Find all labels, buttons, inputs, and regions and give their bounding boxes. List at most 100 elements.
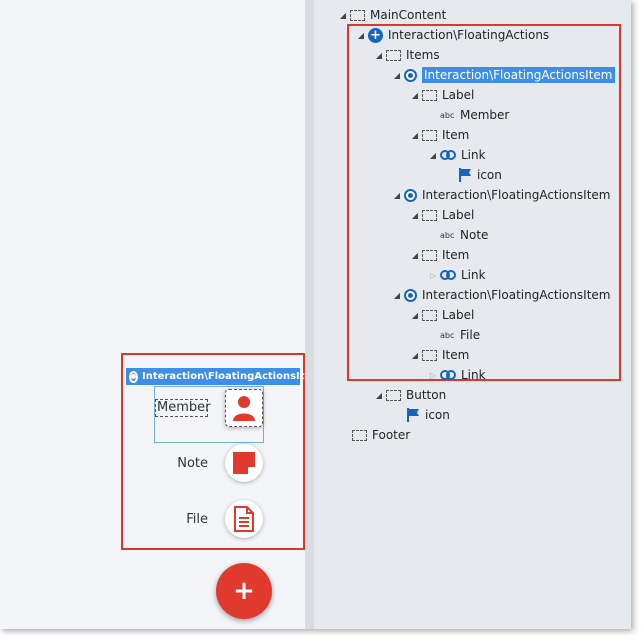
preview-canvas: Interaction\FloatingActionsItem Member N… (0, 0, 322, 629)
expand-caret-icon[interactable]: ◢ (410, 131, 420, 140)
container-icon (352, 429, 367, 441)
tree-node-link-3[interactable]: ▷ Link (428, 365, 486, 385)
container-icon (422, 129, 437, 141)
tree-node-label: Link (461, 148, 486, 162)
tree-node-label: Label (442, 208, 475, 222)
tree-node-link-1[interactable]: ◢ Link (428, 145, 486, 165)
widget-tree: ◢ MainContent ◢ + Interaction\FloatingActio… (314, 0, 631, 629)
member-action-label[interactable]: Member (155, 399, 210, 417)
expand-caret-icon[interactable]: ◢ (410, 311, 420, 320)
tree-node-button[interactable]: ◢ Button (374, 385, 446, 405)
container-icon (422, 89, 437, 101)
collapse-caret-icon[interactable]: ▷ (428, 271, 438, 280)
expand-caret-icon[interactable]: ◢ (410, 251, 420, 260)
expand-caret-icon[interactable]: ◢ (374, 51, 384, 60)
tree-node-label: Interaction\FloatingActionsItem (422, 188, 611, 202)
text-icon: abc (440, 330, 455, 340)
tree-node-link-2[interactable]: ▷ Link (428, 265, 486, 285)
tree-node-label: icon (425, 408, 450, 422)
tree-node-label: Item (442, 348, 470, 362)
tree-node-label: Button (406, 388, 447, 402)
tree-node-items[interactable]: ◢ Items (374, 45, 440, 65)
tree-node-footer[interactable]: Footer (352, 425, 410, 445)
tree-node-label: Interaction\FloatingActions (388, 28, 550, 42)
user-icon (233, 396, 255, 421)
tree-node-floatingactions[interactable]: ◢ + Interaction\FloatingActions (356, 25, 549, 45)
file-action-button[interactable] (225, 500, 263, 538)
tree-node-label: Link (461, 368, 486, 382)
text-icon: abc (440, 230, 455, 240)
collapse-caret-icon[interactable]: ▷ (428, 371, 438, 380)
selected-widget-tag[interactable]: Interaction\FloatingActionsItem (126, 368, 322, 385)
expand-caret-icon[interactable]: ◢ (374, 391, 384, 400)
link-icon (440, 150, 456, 160)
flag-icon (406, 408, 420, 422)
tree-node-button-icon[interactable]: icon (406, 405, 450, 425)
expand-caret-icon[interactable]: ◢ (410, 351, 420, 360)
tree-node-label: Item (442, 128, 470, 142)
member-action-button[interactable] (225, 389, 263, 427)
plus-icon: + (233, 576, 255, 606)
link-icon (440, 370, 456, 380)
note-action-label[interactable]: Note (160, 456, 208, 471)
widget-icon (404, 68, 417, 82)
link-icon (440, 270, 456, 280)
note-action-button[interactable] (225, 444, 263, 482)
expand-caret-icon[interactable]: ◢ (428, 151, 438, 160)
text-icon: abc (440, 110, 455, 120)
tree-node-label: Member (460, 108, 510, 122)
expand-caret-icon[interactable]: ◢ (338, 11, 348, 20)
flag-icon (458, 168, 472, 182)
expand-caret-icon[interactable]: ◢ (410, 211, 420, 220)
app-window: Interaction\FloatingActionsItem Member N… (0, 0, 631, 629)
container-icon (386, 49, 401, 61)
container-icon (422, 209, 437, 221)
widget-icon (404, 288, 417, 302)
tree-node-label-2[interactable]: ◢ Label (410, 205, 474, 225)
tree-node-text-note[interactable]: abc Note (440, 225, 488, 245)
tree-node-label: Note (460, 228, 489, 242)
tree-node-fa-item-3[interactable]: ◢ Interaction\FloatingActionsItem (392, 285, 611, 305)
tree-node-fa-item-2[interactable]: ◢ Interaction\FloatingActionsItem (392, 185, 611, 205)
tree-node-label: File (460, 328, 481, 342)
tree-node-label: MainContent (370, 8, 447, 22)
tree-node-text-file[interactable]: abc File (440, 325, 480, 345)
expand-caret-icon[interactable]: ◢ (392, 291, 402, 300)
container-icon (350, 9, 365, 21)
selected-widget-tag-label: Interaction\FloatingActionsItem (142, 371, 322, 382)
expand-caret-icon[interactable]: ◢ (392, 191, 402, 200)
tree-node-item-2[interactable]: ◢ Item (410, 245, 469, 265)
widget-icon (404, 188, 417, 202)
pane-splitter[interactable] (305, 0, 314, 629)
container-icon (422, 249, 437, 261)
file-icon (234, 506, 254, 532)
tree-node-item-3[interactable]: ◢ Item (410, 345, 469, 365)
floating-actions-icon: + (368, 27, 383, 43)
file-action-label[interactable]: File (160, 512, 208, 527)
container-icon (386, 389, 401, 401)
tree-node-text-member[interactable]: abc Member (440, 105, 509, 125)
tree-node-icon-1[interactable]: icon (458, 165, 502, 185)
container-icon (422, 309, 437, 321)
expand-caret-icon[interactable]: ◢ (410, 91, 420, 100)
tree-node-label-3[interactable]: ◢ Label (410, 305, 474, 325)
tree-node-label-selected: Interaction\FloatingActionsItem (422, 67, 615, 83)
tree-node-label: Interaction\FloatingActionsItem (422, 288, 611, 302)
tree-node-label: Item (442, 248, 470, 262)
tree-node-label: Footer (372, 428, 411, 442)
tree-node-maincontent[interactable]: ◢ MainContent (338, 5, 446, 25)
main-fab-button[interactable]: + (216, 563, 272, 619)
tree-node-label: icon (477, 168, 502, 182)
tree-node-label-1[interactable]: ◢ Label (410, 85, 474, 105)
container-icon (422, 349, 437, 361)
tree-node-label: Items (406, 48, 440, 62)
expand-caret-icon[interactable]: ◢ (392, 71, 402, 80)
sticky-note-icon (233, 452, 255, 474)
expand-caret-icon[interactable]: ◢ (356, 31, 366, 40)
tree-node-label: Label (442, 88, 475, 102)
tree-node-item-1[interactable]: ◢ Item (410, 125, 469, 145)
tree-node-label: Link (461, 268, 486, 282)
tree-node-label: Label (442, 308, 475, 322)
widget-icon (129, 370, 138, 383)
tree-node-fa-item-1[interactable]: ◢ Interaction\FloatingActionsItem (392, 65, 615, 85)
